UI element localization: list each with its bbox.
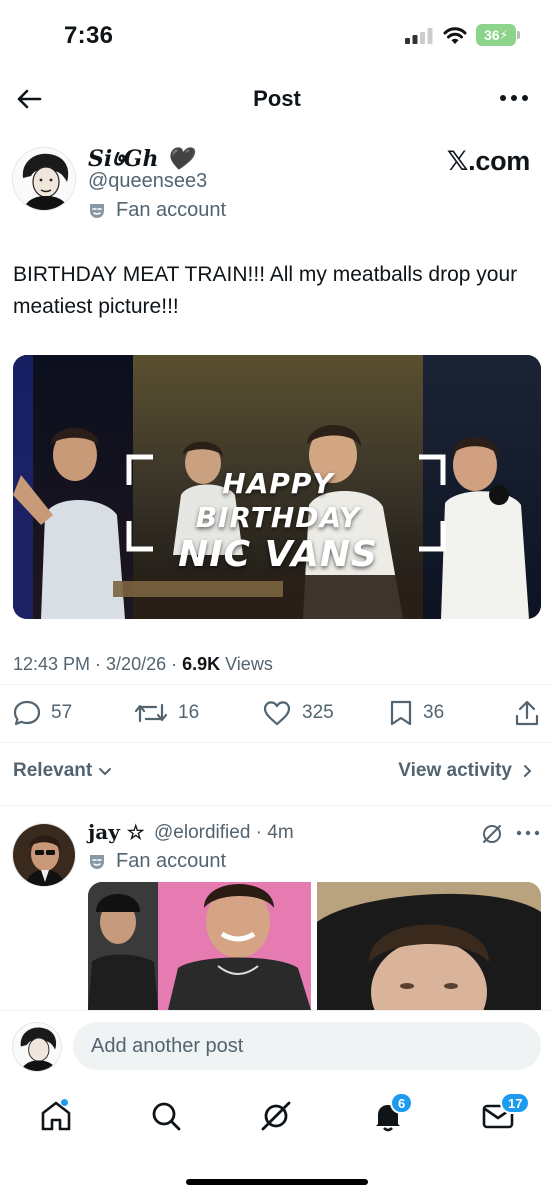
share-button[interactable] — [514, 699, 550, 727]
reply-author-meta[interactable]: @elordified · 4m — [154, 822, 294, 844]
mask-icon — [90, 203, 104, 218]
home-unread-dot — [60, 1098, 69, 1107]
view-activity-link[interactable]: View activity — [398, 760, 536, 782]
bookmark-count: 36 — [423, 702, 445, 723]
repost-icon — [134, 703, 168, 723]
reply-fan-account-text: Fan account — [116, 850, 227, 872]
share-icon — [515, 700, 539, 726]
reply-composer: Add another post — [0, 1010, 554, 1082]
reply-author-name[interactable]: jay ☆ — [88, 820, 145, 844]
battery-level: 36 — [483, 27, 500, 43]
add-post-placeholder: Add another post — [91, 1034, 244, 1057]
battery-indicator: 36 ⚡ — [476, 24, 520, 46]
chevron-right-icon — [524, 765, 532, 777]
reply-image-2[interactable] — [317, 882, 541, 1010]
status-bar: 7:36 36 ⚡ — [0, 0, 554, 70]
reply-fan-account-label: Fan account — [88, 850, 226, 873]
more-horizontal-icon[interactable] — [498, 88, 530, 108]
sort-relevant-button[interactable]: Relevant — [13, 760, 114, 782]
image-caption: HAPPY BIRTHDAY NIC VANS — [143, 467, 413, 575]
tab-grok[interactable] — [258, 1098, 294, 1134]
post-text: BIRTHDAY MEAT TRAIN!!! All my meatballs … — [13, 263, 518, 318]
author-name[interactable]: Si७Gh 🖤 — [88, 143, 194, 173]
more-horizontal-icon[interactable] — [516, 826, 540, 840]
reply-image-1[interactable] — [88, 882, 311, 1010]
image-caption-line1: HAPPY BIRTHDAY — [195, 467, 361, 534]
repost-count: 16 — [178, 702, 200, 723]
like-count: 325 — [302, 702, 334, 723]
reply-button[interactable]: 57 — [13, 699, 72, 727]
add-post-input[interactable]: Add another post — [73, 1022, 541, 1070]
post-actions: 57 16 325 36 — [0, 697, 554, 731]
notifications-badge: 6 — [390, 1092, 414, 1114]
search-icon — [152, 1102, 181, 1131]
mask-icon — [90, 854, 104, 869]
author-avatar[interactable] — [12, 147, 76, 211]
divider — [0, 805, 554, 806]
reply-author-avatar[interactable] — [12, 823, 76, 887]
image-caption-line2: NIC VANS — [178, 534, 378, 575]
bookmark-button[interactable]: 36 — [389, 699, 444, 727]
page-title: Post — [253, 86, 301, 111]
repost-button[interactable]: 16 — [134, 699, 199, 727]
top-header: Post — [0, 76, 554, 122]
charging-icon: ⚡ — [499, 28, 508, 42]
reply-count: 57 — [51, 702, 73, 723]
sort-label: Relevant — [13, 760, 93, 781]
my-avatar[interactable] — [12, 1022, 62, 1072]
divider — [0, 742, 554, 743]
like-button[interactable]: 325 — [262, 699, 334, 727]
tab-home[interactable] — [38, 1098, 74, 1134]
tab-messages[interactable]: 17 — [480, 1092, 531, 1134]
grok-icon — [261, 1101, 291, 1131]
views-label: Views — [220, 654, 273, 674]
heart-icon — [263, 701, 291, 726]
fan-account-text: Fan account — [116, 199, 227, 221]
home-indicator — [186, 1179, 368, 1185]
source-label: 𝕏.com — [446, 146, 531, 176]
views-count: 6.9K — [182, 654, 221, 674]
wifi-icon — [443, 27, 467, 44]
tab-search[interactable] — [148, 1098, 184, 1134]
cellular-signal-icon — [405, 28, 433, 44]
fan-account-label: Fan account — [88, 199, 226, 222]
divider — [0, 684, 554, 685]
sort-bar: Relevant View activity — [0, 758, 554, 786]
view-activity-label: View activity — [398, 760, 512, 781]
chevron-down-icon — [99, 768, 112, 776]
post-meta: 12:43 PM · 3/20/26 · 6.9K Views — [13, 654, 273, 675]
bookmark-icon — [390, 700, 412, 726]
messages-badge: 17 — [500, 1092, 531, 1114]
reply-icon — [13, 700, 41, 726]
post-timestamp: 12:43 PM · 3/20/26 · — [13, 654, 183, 674]
author-handle[interactable]: @queensee3 — [88, 170, 207, 193]
post-image[interactable]: HAPPY BIRTHDAY NIC VANS — [13, 355, 541, 619]
grok-icon[interactable] — [480, 822, 504, 846]
tab-notifications[interactable]: 6 — [370, 1092, 414, 1134]
status-time: 7:36 — [64, 22, 114, 49]
